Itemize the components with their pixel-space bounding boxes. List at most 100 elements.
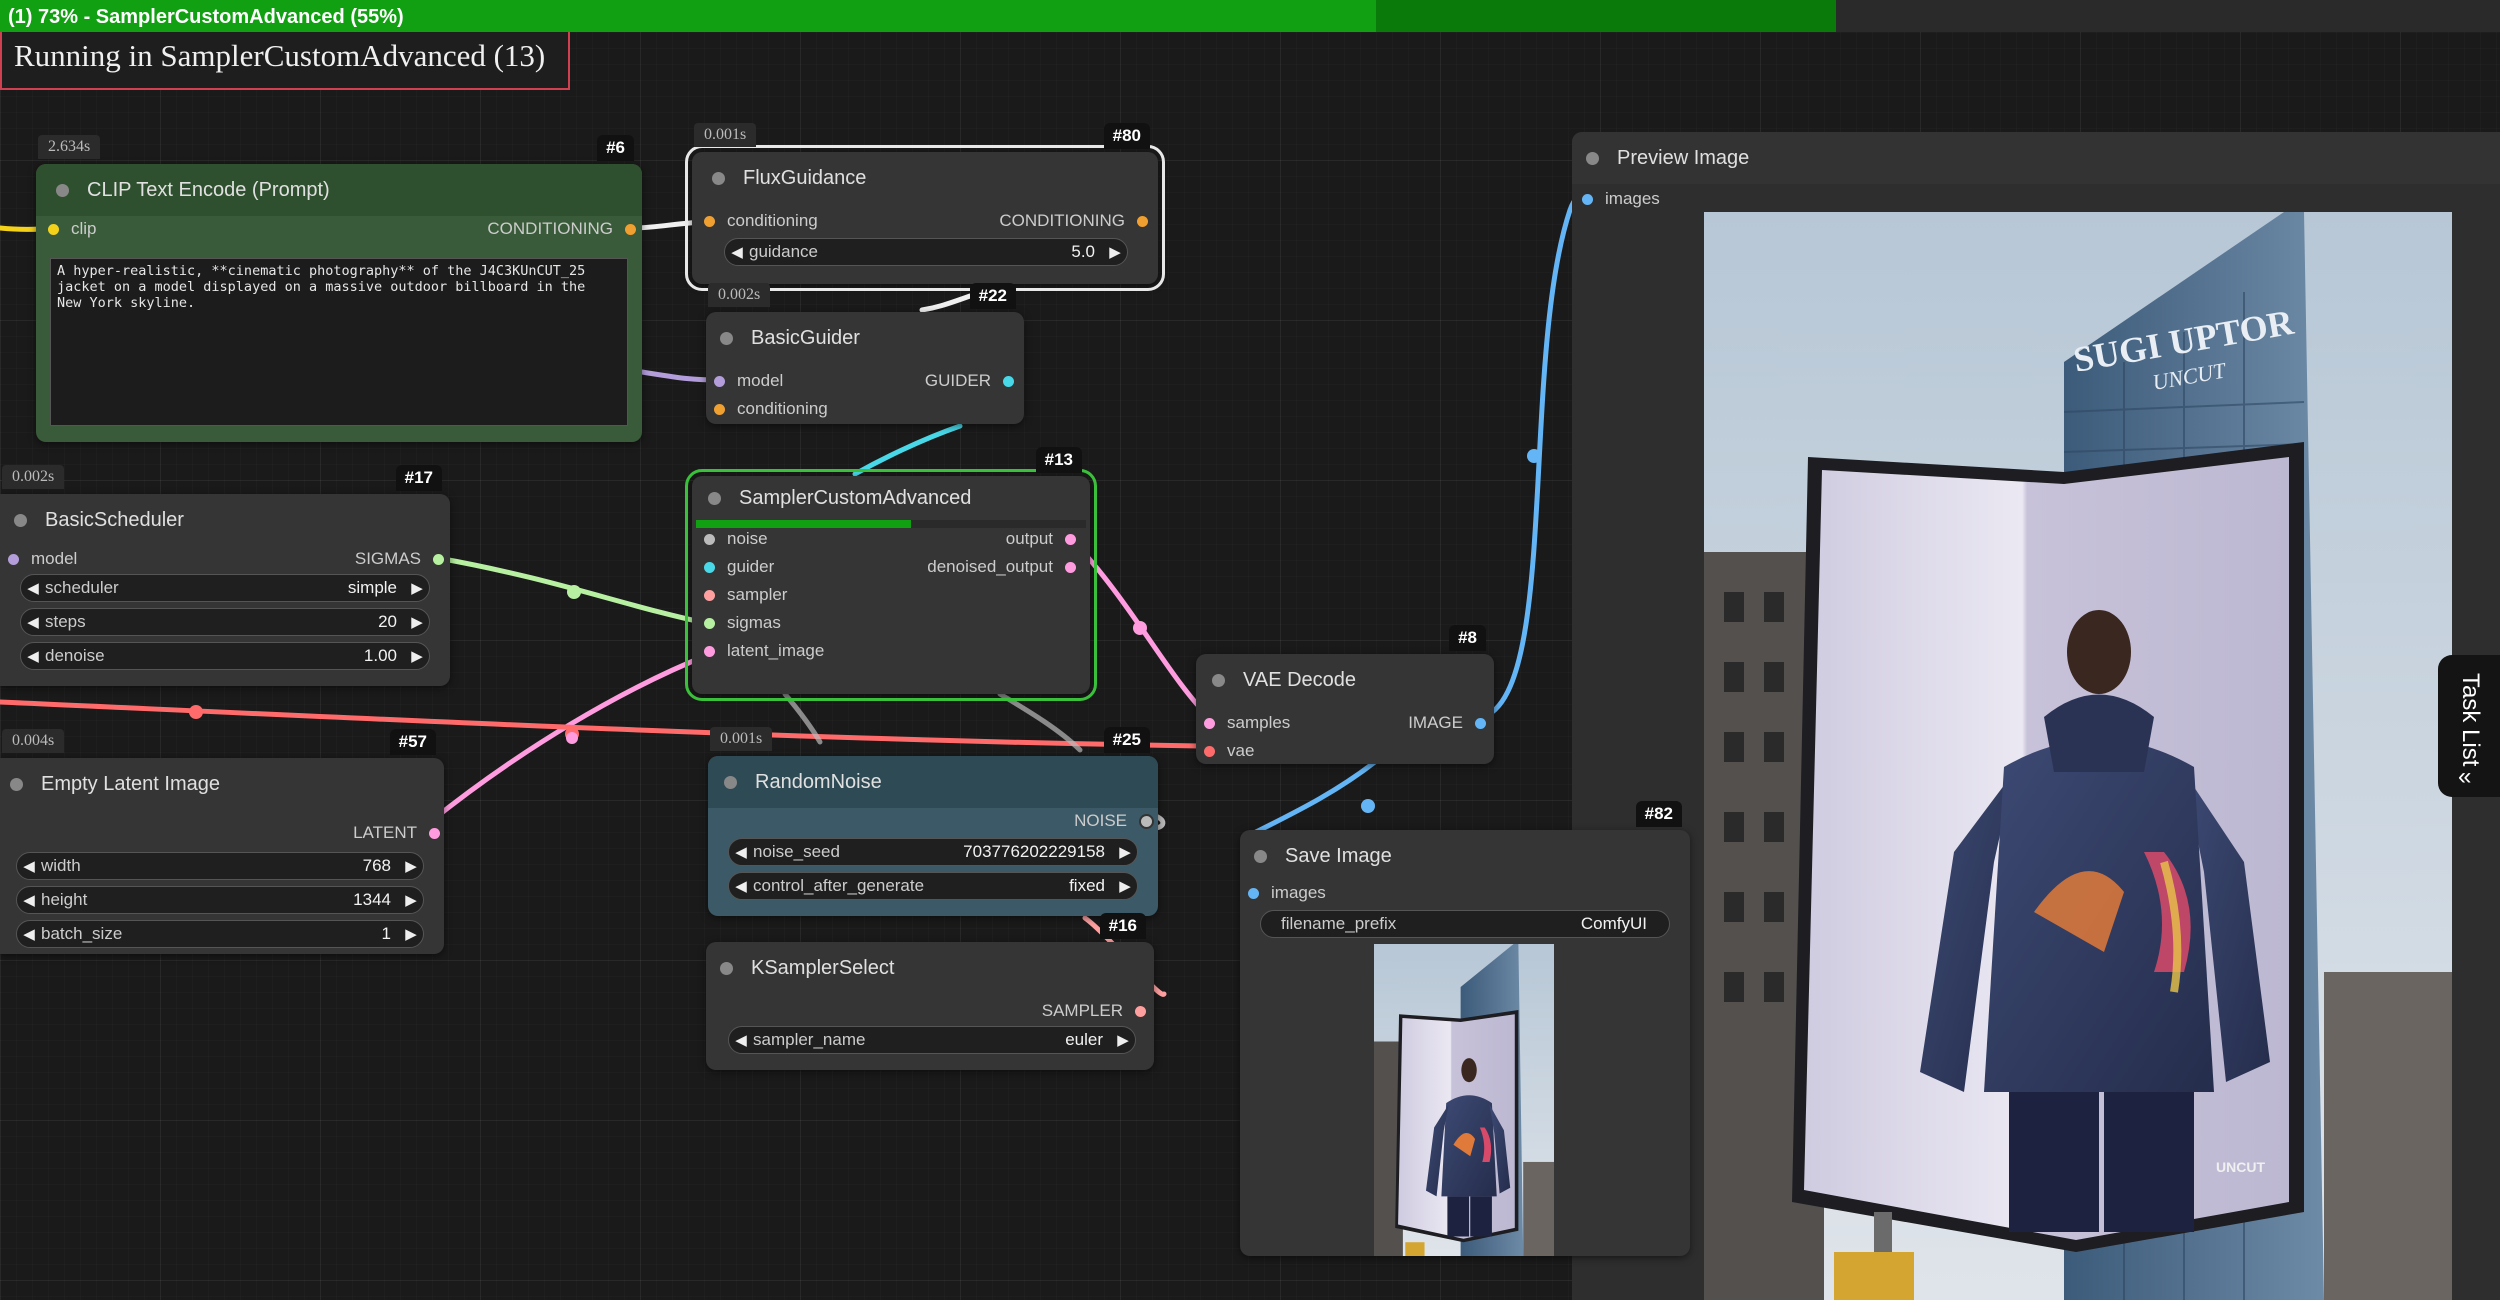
slot-dot-icon[interactable]: [704, 533, 715, 545]
collapse-dot-icon[interactable]: [720, 961, 733, 975]
slot-dot-icon[interactable]: [704, 561, 715, 573]
slot-dot-icon[interactable]: [1475, 717, 1486, 729]
collapse-dot-icon[interactable]: [724, 775, 737, 789]
input-slot-images[interactable]: images: [1582, 188, 1660, 210]
widget-denoise[interactable]: ◀ denoise 1.00 ▶: [20, 642, 430, 670]
decrement-arrow-icon[interactable]: ◀: [17, 925, 41, 943]
input-slot-samples[interactable]: samples: [1204, 712, 1290, 734]
node-header[interactable]: BasicScheduler: [0, 494, 450, 546]
input-slot-guider[interactable]: guider: [704, 556, 774, 578]
increment-arrow-icon[interactable]: ▶: [399, 857, 423, 875]
increment-arrow-icon[interactable]: ▶: [405, 579, 429, 597]
input-slot-noise[interactable]: noise: [704, 528, 768, 550]
decrement-arrow-icon[interactable]: ◀: [729, 843, 753, 861]
output-slot-conditioning[interactable]: CONDITIONING: [999, 210, 1148, 232]
collapse-dot-icon[interactable]: [1254, 849, 1267, 863]
widget-filename-prefix[interactable]: filename_prefix ComfyUI: [1260, 910, 1670, 938]
increment-arrow-icon[interactable]: ▶: [405, 647, 429, 665]
collapse-dot-icon[interactable]: [14, 513, 27, 527]
output-slot-guider[interactable]: GUIDER: [925, 370, 1014, 392]
widget-height[interactable]: ◀ height 1344 ▶: [16, 886, 424, 914]
input-slot-conditioning[interactable]: conditioning: [714, 398, 828, 420]
decrement-arrow-icon[interactable]: ◀: [21, 579, 45, 597]
slot-dot-icon[interactable]: [704, 617, 715, 629]
slot-dot-icon[interactable]: [433, 553, 444, 565]
node-ksampler-select[interactable]: #16 KSamplerSelect SAMPLER ◀ sampler_nam…: [706, 913, 1154, 1070]
node-header[interactable]: CLIP Text Encode (Prompt): [36, 164, 642, 216]
slot-dot-icon[interactable]: [1003, 375, 1014, 387]
slot-dot-icon[interactable]: [714, 375, 725, 387]
node-basic-guider[interactable]: 0.002s #22 BasicGuider model conditionin…: [706, 283, 1024, 424]
node-flux-guidance[interactable]: 0.001s #80 FluxGuidance conditioning CON…: [685, 123, 1165, 291]
increment-arrow-icon[interactable]: ▶: [1113, 843, 1137, 861]
input-slot-model[interactable]: model: [8, 548, 77, 570]
task-list-tab[interactable]: Task List «: [2438, 655, 2500, 797]
decrement-arrow-icon[interactable]: ◀: [21, 613, 45, 631]
prompt-textarea[interactable]: A hyper-realistic, **cinematic photograp…: [50, 258, 628, 426]
decrement-arrow-icon[interactable]: ◀: [17, 857, 41, 875]
node-save-image[interactable]: #82 Save Image images filename_prefix Co…: [1240, 801, 1690, 1256]
input-slot-model[interactable]: model: [714, 370, 783, 392]
widget-control-after-generate[interactable]: ◀ control_after_generate fixed ▶: [728, 872, 1138, 900]
input-slot-sigmas[interactable]: sigmas: [704, 612, 781, 634]
slot-dot-icon[interactable]: [1065, 533, 1076, 545]
increment-arrow-icon[interactable]: ▶: [1103, 243, 1127, 261]
increment-arrow-icon[interactable]: ▶: [399, 925, 423, 943]
widget-noise-seed[interactable]: ◀ noise_seed 703776202229158 ▶: [728, 838, 1138, 866]
slot-dot-icon[interactable]: [1248, 887, 1259, 899]
output-slot-image[interactable]: IMAGE: [1408, 712, 1486, 734]
node-vae-decode[interactable]: #8 VAE Decode samples vae IMAGE: [1196, 625, 1494, 764]
output-slot-denoised-output[interactable]: denoised_output: [927, 556, 1076, 578]
slot-dot-icon[interactable]: [1139, 813, 1154, 829]
output-slot-noise[interactable]: NOISE: [1074, 810, 1154, 832]
slot-dot-icon[interactable]: [1137, 215, 1148, 227]
output-slot-sigmas[interactable]: SIGMAS: [355, 548, 444, 570]
node-empty-latent-image[interactable]: 0.004s #57 Empty Latent Image LATENT ◀ w…: [0, 729, 444, 954]
slot-dot-icon[interactable]: [704, 645, 715, 657]
increment-arrow-icon[interactable]: ▶: [405, 613, 429, 631]
slot-dot-icon[interactable]: [704, 215, 715, 227]
input-slot-conditioning[interactable]: conditioning: [704, 210, 818, 232]
widget-width[interactable]: ◀ width 768 ▶: [16, 852, 424, 880]
slot-dot-icon[interactable]: [625, 223, 636, 235]
slot-dot-icon[interactable]: [1204, 745, 1215, 757]
node-header[interactable]: RandomNoise: [708, 756, 1158, 808]
node-header[interactable]: VAE Decode: [1196, 654, 1494, 706]
slot-dot-icon[interactable]: [1065, 561, 1076, 573]
input-slot-clip[interactable]: clip: [48, 218, 97, 240]
node-header[interactable]: Save Image: [1240, 830, 1690, 882]
slot-dot-icon[interactable]: [429, 827, 440, 839]
output-slot-conditioning[interactable]: CONDITIONING: [487, 218, 636, 240]
widget-batch-size[interactable]: ◀ batch_size 1 ▶: [16, 920, 424, 948]
output-slot-latent[interactable]: LATENT: [353, 822, 440, 844]
widget-scheduler[interactable]: ◀ scheduler simple ▶: [20, 574, 430, 602]
collapse-dot-icon[interactable]: [1586, 151, 1599, 165]
increment-arrow-icon[interactable]: ▶: [1111, 1031, 1135, 1049]
input-slot-vae[interactable]: vae: [1204, 740, 1254, 762]
widget-guidance[interactable]: ◀ guidance 5.0 ▶: [724, 238, 1128, 266]
output-slot-output[interactable]: output: [1006, 528, 1076, 550]
output-slot-sampler[interactable]: SAMPLER: [1042, 1000, 1146, 1022]
node-sampler-custom-advanced[interactable]: #13 SamplerCustomAdvanced noise guider s…: [685, 447, 1097, 701]
slot-dot-icon[interactable]: [1582, 193, 1593, 205]
slot-dot-icon[interactable]: [1204, 717, 1215, 729]
increment-arrow-icon[interactable]: ▶: [1113, 877, 1137, 895]
increment-arrow-icon[interactable]: ▶: [399, 891, 423, 909]
decrement-arrow-icon[interactable]: ◀: [725, 243, 749, 261]
node-basic-scheduler[interactable]: 0.002s #17 BasicScheduler model SIGMAS ◀…: [0, 465, 450, 686]
collapse-dot-icon[interactable]: [720, 331, 733, 345]
widget-steps[interactable]: ◀ steps 20 ▶: [20, 608, 430, 636]
node-random-noise[interactable]: 0.001s #25 RandomNoise NOISE ◀ noise_see…: [708, 727, 1158, 916]
collapse-dot-icon[interactable]: [1212, 673, 1225, 687]
node-clip-text-encode[interactable]: 2.634s #6 CLIP Text Encode (Prompt) clip…: [36, 135, 642, 442]
input-slot-sampler[interactable]: sampler: [704, 584, 787, 606]
slot-dot-icon[interactable]: [704, 589, 715, 601]
node-header[interactable]: Empty Latent Image: [0, 758, 444, 810]
node-header[interactable]: BasicGuider: [706, 312, 1024, 364]
collapse-dot-icon[interactable]: [708, 491, 721, 505]
node-preview-image[interactable]: Preview Image images SUGI UPTOR UNCUT UN…: [1572, 132, 2500, 1300]
widget-sampler-name[interactable]: ◀ sampler_name euler ▶: [728, 1026, 1136, 1054]
slot-dot-icon[interactable]: [1135, 1005, 1146, 1017]
slot-dot-icon[interactable]: [48, 223, 59, 235]
node-header[interactable]: Preview Image: [1572, 132, 2500, 184]
